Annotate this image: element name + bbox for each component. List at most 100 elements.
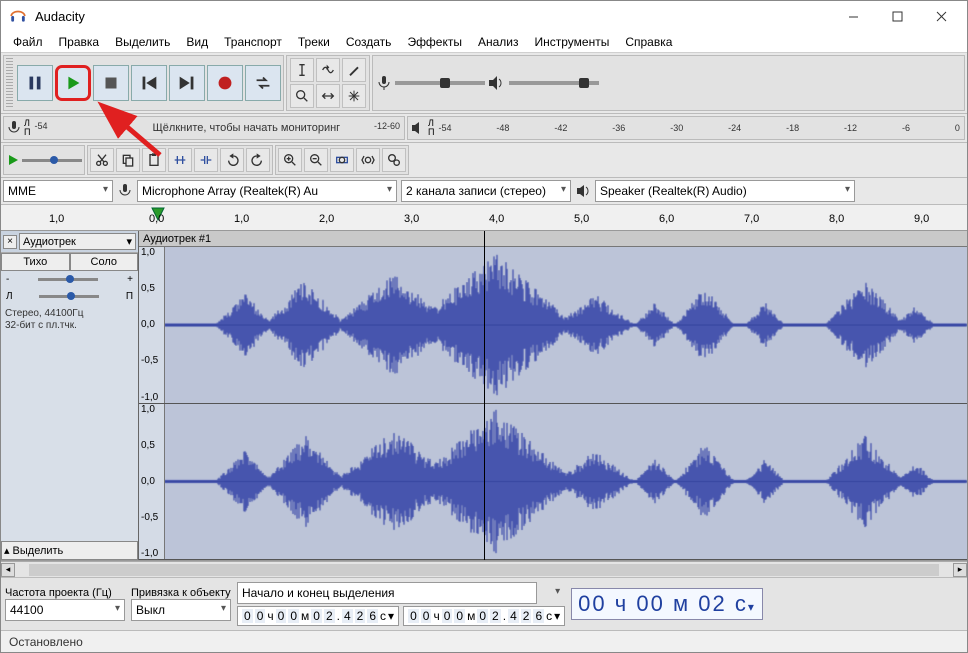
toolbar-grip[interactable] <box>6 58 13 108</box>
meter-r: П <box>24 128 30 137</box>
y-scale-right: 1,00,50,0-0,5-1,0 <box>139 404 165 560</box>
speaker-meter-icon <box>410 120 426 136</box>
toolbar-row-1 <box>1 53 967 114</box>
edit-toolbar <box>87 145 273 175</box>
multi-tool-button[interactable] <box>342 84 366 108</box>
mute-button[interactable]: Тихо <box>1 253 70 271</box>
envelope-tool-button[interactable] <box>316 58 340 82</box>
menu-edit[interactable]: Правка <box>51 32 108 52</box>
zoom-out-button[interactable] <box>304 148 328 172</box>
menu-help[interactable]: Справка <box>617 32 680 52</box>
pause-button[interactable] <box>17 65 53 101</box>
paste-button[interactable] <box>142 148 166 172</box>
stop-button[interactable] <box>93 65 129 101</box>
selection-mode-select[interactable]: Начало и конец выделения <box>237 582 537 604</box>
track-format-info: Стерео, 44100Гц32-бит с пл.тчк. <box>1 305 138 335</box>
play-small-icon <box>6 153 20 167</box>
close-button[interactable] <box>919 1 963 31</box>
selection-tool-button[interactable] <box>290 58 314 82</box>
redo-button[interactable] <box>246 148 270 172</box>
snap-label: Привязка к объекту <box>131 587 231 599</box>
horizontal-scrollbar[interactable]: ◂ ▸ <box>1 561 967 577</box>
window-title: Audacity <box>35 9 831 24</box>
selection-start-time[interactable]: 00ч00м02.426с▾ <box>237 606 399 626</box>
track-area: × Аудиотрек▾ Тихо Соло -+ ЛП Стерео, 441… <box>1 231 967 561</box>
cut-button[interactable] <box>90 148 114 172</box>
output-device-select[interactable]: Speaker (Realtek(R) Audio) <box>595 180 855 202</box>
clip-header[interactable]: Аудиотрек #1 <box>139 231 967 247</box>
audio-position-time[interactable]: 00 ч 00 м 02 с▾ <box>571 588 763 620</box>
speaker-icon-2 <box>575 183 591 199</box>
gain-slider[interactable]: -+ <box>1 271 138 288</box>
transport-toolbar <box>3 55 284 111</box>
play-volume-slider[interactable] <box>509 81 599 85</box>
scroll-left-button[interactable]: ◂ <box>1 563 15 577</box>
waveform-channel-right[interactable]: 1,00,50,0-0,5-1,0 <box>139 404 967 561</box>
channels-select[interactable]: 2 канала записи (стерео) <box>401 180 571 202</box>
status-bar: Остановлено <box>1 630 967 652</box>
play-button[interactable] <box>55 65 91 101</box>
menu-effect[interactable]: Эффекты <box>399 32 470 52</box>
pan-slider[interactable]: ЛП <box>1 288 138 305</box>
playhead[interactable] <box>484 231 485 560</box>
toolbar-row-2: ЛП -54 Щёлкните, чтобы начать мониторинг… <box>1 114 967 143</box>
input-device-select[interactable]: Microphone Array (Realtek(R) Au <box>137 180 397 202</box>
menu-transport[interactable]: Транспорт <box>216 32 290 52</box>
copy-button[interactable] <box>116 148 140 172</box>
selection-end-time[interactable]: 00ч00м02.426с▾ <box>403 606 565 626</box>
toolbar-row-3 <box>1 143 967 178</box>
menu-select[interactable]: Выделить <box>107 32 178 52</box>
titlebar: Audacity <box>1 1 967 31</box>
skip-end-button[interactable] <box>169 65 205 101</box>
track-menu-dropdown[interactable]: Аудиотрек▾ <box>19 233 136 250</box>
meter-hint: Щёлкните, чтобы начать мониторинг <box>152 122 340 134</box>
zoom-toolbar <box>275 145 409 175</box>
zoom-toggle-button[interactable] <box>382 148 406 172</box>
maximize-button[interactable] <box>875 1 919 31</box>
menu-generate[interactable]: Создать <box>338 32 400 52</box>
mic-meter-icon <box>6 120 22 136</box>
menu-view[interactable]: Вид <box>178 32 216 52</box>
waveform-channel-left[interactable]: 1,00,50,0-0,5-1,0 <box>139 247 967 404</box>
menu-analyze[interactable]: Анализ <box>470 32 527 52</box>
zoom-in-button[interactable] <box>278 148 302 172</box>
mic-icon-2 <box>117 183 133 199</box>
tools-toolbar <box>286 55 370 111</box>
zoom-sel-button[interactable] <box>330 148 354 172</box>
menu-tracks[interactable]: Треки <box>290 32 338 52</box>
scroll-right-button[interactable]: ▸ <box>953 563 967 577</box>
play-at-speed-toolbar <box>3 145 85 175</box>
record-button[interactable] <box>207 65 243 101</box>
project-rate-select[interactable]: 44100 <box>5 599 125 621</box>
menu-file[interactable]: Файл <box>5 32 51 52</box>
device-toolbar: MME Microphone Array (Realtek(R) Au 2 ка… <box>1 178 967 205</box>
trim-button[interactable] <box>168 148 192 172</box>
solo-button[interactable]: Соло <box>70 253 139 271</box>
minimize-button[interactable] <box>831 1 875 31</box>
menu-tools[interactable]: Инструменты <box>527 32 618 52</box>
timeline-ruler[interactable]: 1,0 0,0 1,0 2,0 3,0 4,0 5,0 6,0 7,0 8,0 … <box>1 205 967 231</box>
timeshift-tool-button[interactable] <box>316 84 340 108</box>
host-select[interactable]: MME <box>3 180 113 202</box>
waveform-area: Аудиотрек #1 1,00,50,0-0,5-1,0 1,00,50,0… <box>139 231 967 560</box>
app-logo-icon <box>9 7 27 25</box>
silence-button[interactable] <box>194 148 218 172</box>
record-meter[interactable]: ЛП -54 Щёлкните, чтобы начать мониторинг… <box>3 116 405 140</box>
play-meter[interactable]: ЛП -54-48-42-36-30-24-18-12-60 <box>407 116 965 140</box>
draw-tool-button[interactable] <box>342 58 366 82</box>
project-rate-label: Частота проекта (Гц) <box>5 587 125 599</box>
skip-start-button[interactable] <box>131 65 167 101</box>
track-close-button[interactable]: × <box>3 235 17 249</box>
play-speed-slider[interactable] <box>22 159 82 162</box>
loop-button[interactable] <box>245 65 281 101</box>
zoom-tool-button[interactable] <box>290 84 314 108</box>
rec-volume-slider[interactable] <box>395 81 485 85</box>
track-select-button[interactable]: ▴Выделить <box>1 541 138 560</box>
track-control-panel: × Аудиотрек▾ Тихо Соло -+ ЛП Стерео, 441… <box>1 231 139 560</box>
fit-project-button[interactable] <box>356 148 380 172</box>
menubar: Файл Правка Выделить Вид Транспорт Треки… <box>1 31 967 53</box>
snap-select[interactable]: Выкл <box>131 599 231 621</box>
selection-toolbar: Частота проекта (Гц) 44100 Привязка к об… <box>1 577 967 630</box>
record-meter-toolbar <box>372 55 965 111</box>
undo-button[interactable] <box>220 148 244 172</box>
